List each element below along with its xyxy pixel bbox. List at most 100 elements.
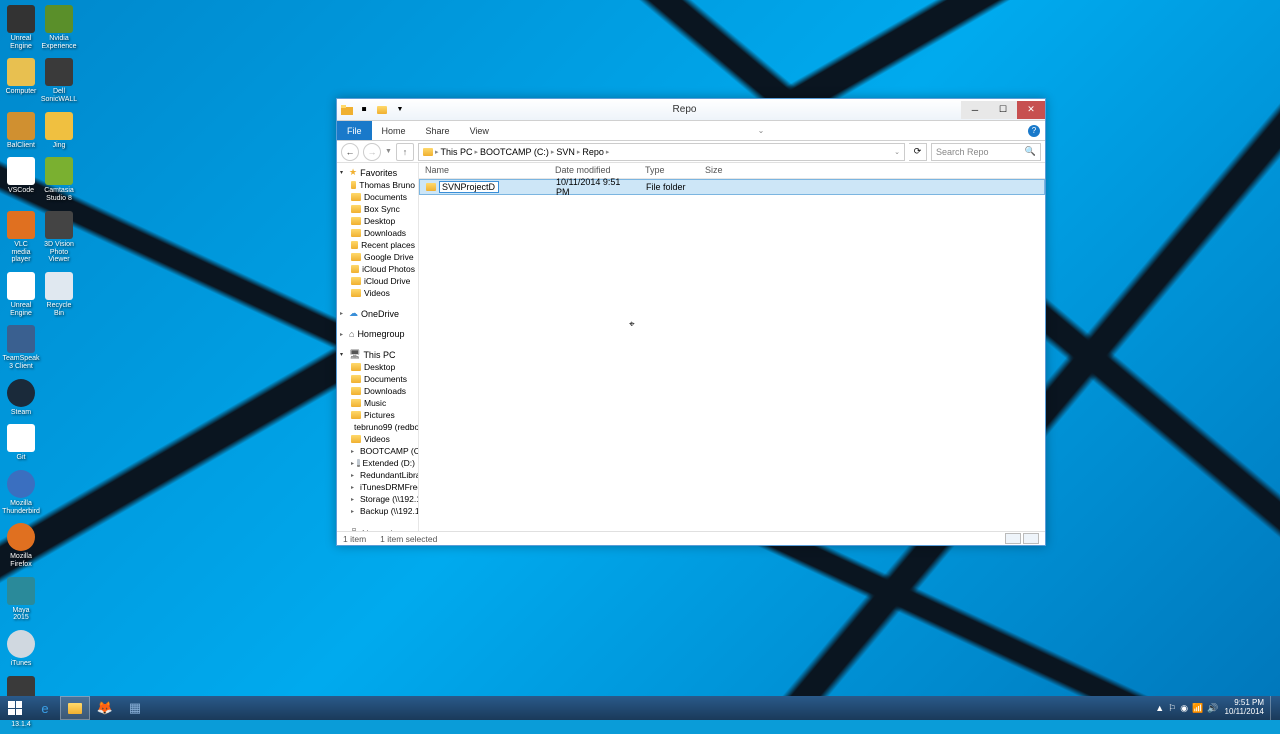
taskbar-explorer-icon[interactable] [60,696,90,720]
breadcrumb[interactable]: SVN [556,147,575,157]
rename-input[interactable] [439,181,499,193]
address-bar[interactable]: ▸ This PC▸ BOOTCAMP (C:)▸ SVN▸ Repo▸ ⌄ [418,143,905,161]
tab-view[interactable]: View [460,121,499,140]
nav-item[interactable]: ▸RedundantLibrary (\ [337,469,418,481]
nav-item[interactable]: Box Sync [337,203,418,215]
ribbon-expand-icon[interactable]: ⌄ [750,121,772,140]
nav-item[interactable]: Videos [337,287,418,299]
content-pane[interactable]: Name Date modified Type Size 10/11/2014 … [419,163,1045,531]
nav-item[interactable]: Pictures [337,409,418,421]
desktop-icon[interactable]: Unreal Engine [5,5,37,50]
taskbar[interactable]: e 🦊 ▦ ▲ ⚐ ◉ 📶 🔊 9:51 PM 10/11/2014 [0,696,1280,720]
nav-item[interactable]: tebruno99 (redbox) [337,421,418,433]
desktop-icon[interactable]: Git [5,424,37,462]
nav-item[interactable]: Music [337,397,418,409]
up-button[interactable]: ↑ [396,143,414,161]
tray-icon[interactable]: ◉ [1180,703,1188,714]
nav-thispc-header[interactable]: ▾🖥This PC [337,348,418,361]
tray-up-icon[interactable]: ▲ [1155,703,1164,714]
nav-item[interactable]: Google Drive [337,251,418,263]
desktop-icon[interactable]: Camtasia Studio 8 [43,157,75,202]
nav-item[interactable]: iCloud Photos [337,263,418,275]
nav-network-header[interactable]: ▸🖧Network [337,525,418,531]
taskbar-app-icon[interactable]: ▦ [120,696,150,720]
desktop-icon[interactable]: Mozilla Thunderbird [5,470,37,515]
desktop-icon[interactable]: Mozilla Firefox [5,523,37,568]
column-name[interactable]: Name [419,163,549,178]
desktop-icon[interactable]: Nvidia Experience [43,5,75,50]
nav-item[interactable]: Documents [337,373,418,385]
column-type[interactable]: Type [639,163,699,178]
nav-item[interactable]: Downloads [337,227,418,239]
desktop-icon[interactable]: Dell SonicWALL [43,58,75,103]
desktop-icon[interactable]: Steam [5,379,37,417]
titlebar[interactable]: ▪ ▼ Repo ─ ☐ ✕ [337,99,1045,121]
file-row-selected[interactable]: 10/11/2014 9:51 PM File folder [419,179,1045,195]
back-button[interactable]: ← [341,143,359,161]
navigation-pane[interactable]: ▾★Favorites Thomas Bruno Documents Box S… [337,163,419,531]
breadcrumb[interactable]: This PC [440,147,472,157]
view-details-button[interactable] [1005,533,1021,544]
taskbar-firefox-icon[interactable]: 🦊 [90,696,120,720]
nav-item[interactable]: Videos [337,433,418,445]
close-button[interactable]: ✕ [1017,101,1045,119]
help-button[interactable]: ? [1023,121,1045,140]
tray-network-icon[interactable]: 📶 [1192,703,1203,714]
qat-newfolder-icon[interactable] [374,102,390,118]
qat-properties-icon[interactable]: ▪ [356,102,372,118]
search-input[interactable]: Search Repo 🔍 [931,143,1041,161]
start-button[interactable] [0,696,30,720]
desktop-icon[interactable]: Maya 2015 [5,577,37,622]
desktop-icon[interactable]: Recycle Bin [43,272,75,317]
tab-share[interactable]: Share [416,121,460,140]
qat-dropdown-icon[interactable]: ▼ [392,102,408,118]
nav-item[interactable]: Thomas Bruno [337,179,418,191]
refresh-button[interactable]: ⟳ [909,143,927,161]
tray-icon[interactable]: ⚐ [1168,703,1176,714]
breadcrumb[interactable]: BOOTCAMP (C:) [480,147,549,157]
system-tray[interactable]: ▲ ⚐ ◉ 📶 🔊 9:51 PM 10/11/2014 [1155,696,1280,720]
tab-home[interactable]: Home [372,121,416,140]
desktop-icon[interactable]: Computer [5,58,37,103]
desktop-icon[interactable]: BalClient [5,112,37,150]
nav-item[interactable]: ▸BOOTCAMP (C:) [337,445,418,457]
column-date[interactable]: Date modified [549,163,639,178]
nav-item[interactable]: ▸Backup (\\192.168.1. [337,505,418,517]
nav-item[interactable]: ▸Storage (\\192.168.1 [337,493,418,505]
nav-item[interactable]: Desktop [337,215,418,227]
minimize-button[interactable]: ─ [961,101,989,119]
desktop-icon[interactable]: VSCode [5,157,37,202]
breadcrumb[interactable]: Repo [582,147,604,157]
nav-item[interactable]: Downloads [337,385,418,397]
nav-item[interactable]: Recent places [337,239,418,251]
tab-file[interactable]: File [337,121,372,140]
nav-item[interactable]: ▸iTunesDRMFree (\\1 [337,481,418,493]
column-size[interactable]: Size [699,163,749,178]
window-folder-icon [340,103,354,117]
addr-dropdown-icon[interactable]: ⌄ [894,148,900,156]
view-icons-button[interactable] [1023,533,1039,544]
desktop-icon[interactable]: Jing [43,112,75,150]
desktop-icon[interactable]: Unreal Engine [5,272,37,317]
desktop-icon[interactable]: TeamSpeak 3 Client [5,325,37,370]
maximize-button[interactable]: ☐ [989,101,1017,119]
mouse-cursor-icon: ⌖ [629,319,635,330]
desktop-icon[interactable]: 3D Vision Photo Viewer [43,211,75,264]
taskbar-ie-icon[interactable]: e [30,696,60,720]
column-headers[interactable]: Name Date modified Type Size [419,163,1045,179]
nav-homegroup-header[interactable]: ▸⌂Homegroup [337,328,418,340]
show-desktop-button[interactable] [1270,696,1276,720]
nav-item[interactable]: Desktop [337,361,418,373]
nav-favorites-header[interactable]: ▾★Favorites [337,166,418,179]
nav-item[interactable]: Documents [337,191,418,203]
desktop-icon[interactable]: VLC media player [5,211,37,264]
desktop-icon[interactable]: iTunes [5,630,37,668]
history-dropdown-icon[interactable]: ▼ [385,148,392,155]
tray-volume-icon[interactable]: 🔊 [1207,703,1218,714]
file-list[interactable]: 10/11/2014 9:51 PM File folder ⌖ [419,179,1045,531]
nav-onedrive-header[interactable]: ▸☁OneDrive [337,307,418,320]
taskbar-clock[interactable]: 9:51 PM 10/11/2014 [1225,699,1264,717]
forward-button[interactable]: → [363,143,381,161]
nav-item[interactable]: iCloud Drive [337,275,418,287]
nav-item[interactable]: ▸Extended (D:) [337,457,418,469]
